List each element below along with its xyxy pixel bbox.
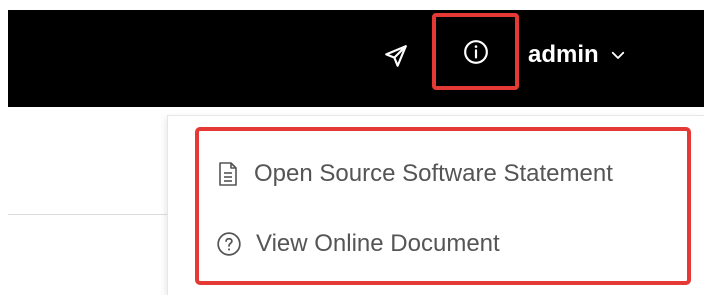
divider	[8, 214, 168, 215]
document-icon	[216, 161, 240, 187]
username-label: admin	[528, 41, 599, 68]
menu-item-view-online-document[interactable]: View Online Document	[216, 224, 500, 264]
send-icon[interactable]	[383, 43, 409, 69]
question-circle-icon	[216, 231, 242, 257]
info-button[interactable]	[432, 13, 519, 90]
chevron-down-icon	[609, 46, 627, 64]
menu-item-open-source-statement[interactable]: Open Source Software Statement	[216, 154, 613, 194]
menu-item-label: Open Source Software Statement	[254, 160, 613, 187]
user-menu[interactable]: admin	[528, 38, 627, 72]
info-circle-icon	[463, 39, 489, 65]
menu-item-label: View Online Document	[256, 230, 500, 257]
